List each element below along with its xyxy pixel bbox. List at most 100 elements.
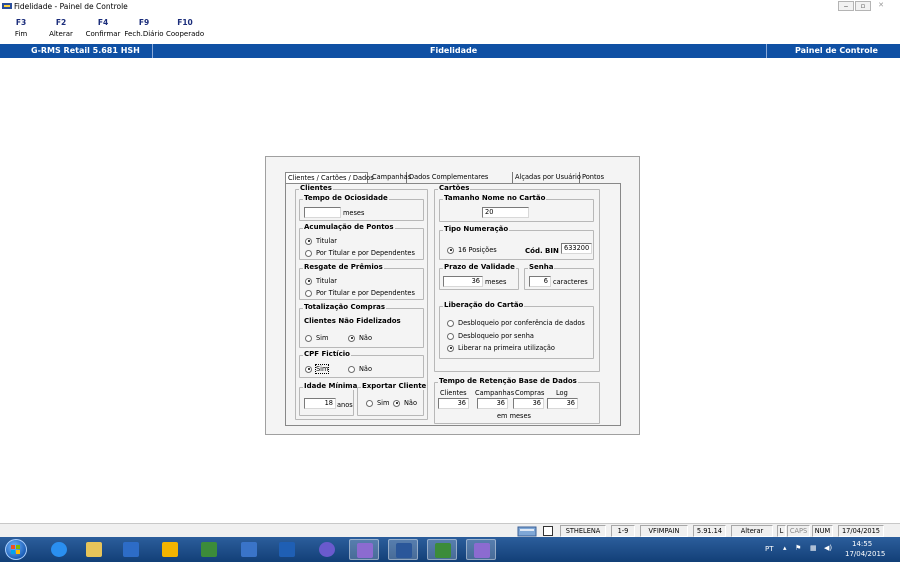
validade-input[interactable]: 36 [443,276,483,287]
fkey-code: F2 [55,18,67,27]
bin-label: Cód. BIN [525,247,559,255]
ociosidade-input[interactable] [304,207,341,218]
radio-label: Titular [316,277,338,285]
acumulacao-titular-radio[interactable]: Titular [305,237,337,245]
header-divider [152,44,153,58]
totalizacao-sim-radio[interactable]: Sim [305,334,328,342]
radio-label: Por Titular e por Dependentes [316,289,415,297]
radio-label: Sim [316,334,329,342]
fkey-cooperado[interactable]: F10 Cooperado [166,18,204,38]
rms-icon [474,543,490,558]
fkey-fim[interactable]: F3 Fim [9,18,33,38]
idade-input[interactable]: 18 [304,398,336,409]
liberacao-title: Liberação do Cartão [443,301,525,309]
radio-label: Titular [316,237,338,245]
exportar-nao-radio[interactable]: Não [393,399,417,407]
ociosidade-title: Tempo de Ociosidade [303,194,389,202]
fkey-code: F10 [177,18,193,27]
acumulacao-dependentes-radio[interactable]: Por Titular e por Dependentes [305,249,415,257]
taskbar-media-icon[interactable] [116,539,146,560]
tab-content: Clientes Tempo de Ociosidade meses Acumu… [285,183,621,426]
fkey-label: Fim [14,30,28,38]
numeracao-title: Tipo Numeração [443,225,510,233]
fkey-confirmar[interactable]: F4 Confirmar [85,18,121,38]
cpf-sim-radio[interactable]: Sim [305,364,330,374]
title-bar: Fidelidade - Painel de Controle ‒ ▫ ✕ [0,0,900,13]
tray-time[interactable]: 14:55 [852,540,872,548]
tray-volume-icon[interactable]: ◀) [824,544,832,552]
status-l: L [777,525,786,537]
taskbar-app-icon[interactable] [234,539,264,560]
liberacao-primeira-radio[interactable]: Liberar na primeira utilização [447,344,555,352]
close-button[interactable]: ✕ [873,1,889,11]
status-range: 1-9 [611,525,635,537]
idade-unit: anos [337,401,353,409]
totalizacao-nao-radio[interactable]: Não [348,334,372,342]
taskbar-app-icon[interactable] [155,539,185,560]
senha-input[interactable]: 6 [529,276,551,287]
taskbar-word-icon[interactable] [388,539,418,560]
taskbar-outlook-icon[interactable] [272,539,302,560]
radio-dot [305,334,312,342]
taskbar-rms-icon[interactable] [349,539,379,560]
fkey-fech-diario[interactable]: F9 Fech.Diário [124,18,164,38]
radio-dot [305,365,312,373]
retencao-col-log: Log [556,389,568,397]
status-num: NUM [812,525,833,537]
start-button[interactable] [5,539,27,560]
liberacao-senha-radio[interactable]: Desbloqueio por senha [447,332,534,340]
radio-label: Desbloqueio por conferência de dados [458,319,585,327]
taskbar-rms-icon[interactable] [466,539,496,560]
radio-label: Não [359,365,373,373]
radio-dot [447,319,454,327]
fkey-alterar[interactable]: F2 Alterar [48,18,74,38]
taskbar-app-icon[interactable] [427,539,457,560]
radio-dot [348,365,355,373]
taskbar-app-icon[interactable] [312,539,342,560]
idade-title: Idade Mínima [303,382,359,390]
outlook-icon [279,542,295,557]
exportar-sim-radio[interactable]: Sim [366,399,389,407]
app-icon [241,542,257,557]
ociosidade-unit: meses [343,209,365,217]
liberacao-conferencia-radio[interactable]: Desbloqueio por conferência de dados [447,319,585,327]
resgate-dependentes-radio[interactable]: Por Titular e por Dependentes [305,289,415,297]
rms-icon [357,543,373,558]
retencao-title: Tempo de Retenção Base de Dados [438,377,578,385]
tray-flag-icon[interactable]: ⚑ [795,544,801,552]
totalizacao-subtitle: Clientes Não Fidelizados [304,317,401,325]
retencao-log-input[interactable]: 36 [547,398,578,409]
fkey-label: Cooperado [166,30,205,38]
tray-date[interactable]: 17/04/2015 [845,550,885,558]
retencao-clientes-input[interactable]: 36 [438,398,469,409]
radio-label: Não [404,399,418,407]
radio-dot [305,249,312,257]
retencao-campanhas-input[interactable]: 36 [477,398,508,409]
tray-language[interactable]: PT [765,545,774,553]
tamanho-title: Tamanho Nome no Cartão [443,194,547,202]
fkey-label: Alterar [49,30,73,38]
control-panel: Clientes / Cartões / Dados Campanhas Dad… [265,156,640,435]
tray-arrow-icon[interactable]: ▴ [783,544,787,552]
taskbar-explorer-icon[interactable] [79,539,109,560]
maximize-button[interactable]: ▫ [855,1,871,11]
radio-dot [447,246,454,254]
taskbar-ie-icon[interactable] [44,539,74,560]
fkey-label: Confirmar [85,30,121,38]
numeracao-16-radio[interactable]: 16 Posições [447,246,497,254]
fkey-code: F3 [15,18,27,27]
tray-network-icon[interactable]: ▦ [810,544,817,552]
resgate-titular-radio[interactable]: Titular [305,277,337,285]
radio-label: Sim [314,364,330,374]
cpf-nao-radio[interactable]: Não [348,365,372,373]
resgate-title: Resgate de Prêmios [303,263,384,271]
tamanho-input[interactable]: 20 [482,207,529,218]
taskbar-app-icon[interactable] [194,539,224,560]
bin-input[interactable]: 633200 [561,243,592,254]
status-caps: CAPS [787,525,810,537]
minimize-button[interactable]: ‒ [838,1,854,11]
radio-dot [447,344,454,352]
retencao-compras-input[interactable]: 36 [513,398,544,409]
header-screen: Painel de Controle [795,46,878,55]
radio-dot [305,277,312,285]
